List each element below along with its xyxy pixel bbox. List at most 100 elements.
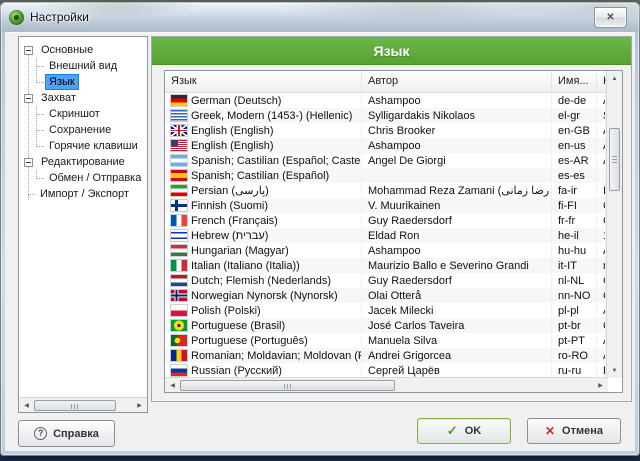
table-hscrollbar-thumb[interactable] xyxy=(180,379,395,391)
tree-scrollbar-thumb[interactable] xyxy=(34,399,116,411)
author-name: Sylligardakis Nikolaos xyxy=(362,108,552,123)
tree-item-label: Скриншот xyxy=(49,108,100,120)
table-row[interactable]: Spanish; Castilian (Español) es-es xyxy=(165,168,606,183)
comment-partial: A xyxy=(597,333,606,348)
language-name: Hebrew (עברית) xyxy=(191,229,269,242)
settings-dialog: Настройки ✕ Основные Внешний вид Язык Захва… xyxy=(0,2,640,456)
tree-item-label: Язык xyxy=(45,74,79,90)
table-row[interactable]: Norwegian Nynorsk (Nynorsk) Olai Otterå nn… xyxy=(165,288,606,303)
desktop-background: Настройки ✕ Основные Внешний вид Язык Захва… xyxy=(0,0,640,461)
table-row[interactable]: Portuguese (Brasil) José Carlos Taveira pt… xyxy=(165,318,606,333)
table-vscrollbar-thumb[interactable] xyxy=(609,128,620,191)
scroll-left-icon[interactable]: ◀ xyxy=(19,398,34,412)
tree-horizontal-scrollbar[interactable]: ◀ ▶ xyxy=(19,397,147,412)
locale-code: pt-PT xyxy=(552,333,597,348)
flag-icon-es xyxy=(171,170,187,181)
tree-item-0[interactable]: Основные xyxy=(19,42,147,58)
ok-button[interactable]: ✓ OK xyxy=(417,418,511,444)
table-row[interactable]: Finnish (Suomi) V. Muurikainenfi-FIC xyxy=(165,198,606,213)
table-row[interactable]: Greek, Modern (1453-) (Hellenic) Sylligar… xyxy=(165,108,606,123)
table-row[interactable]: Persian (پارسی) Mohammad Reza Zamani (محم… xyxy=(165,183,606,198)
locale-code: ro-RO xyxy=(552,348,597,363)
table-row[interactable]: Spanish; Castilian (Español; Castellano)… xyxy=(165,153,606,168)
scroll-left-icon[interactable]: ◀ xyxy=(165,378,180,392)
column-header-name[interactable]: Имя... xyxy=(552,71,597,92)
author-name: Eldad Ron xyxy=(362,228,552,243)
tree-item-1[interactable]: Внешний вид xyxy=(19,58,147,74)
table-row[interactable]: English (English) Chris Brookeren-GBA xyxy=(165,123,606,138)
x-icon: ✕ xyxy=(544,424,556,438)
settings-tree: Основные Внешний вид Язык Захват Скриншот Сох… xyxy=(19,42,147,202)
language-name: Russian (Русский) xyxy=(191,364,282,377)
titlebar[interactable]: Настройки ✕ xyxy=(0,2,640,32)
language-name: Spanish; Castilian (Español) xyxy=(191,169,330,182)
language-name: Portuguese (Português) xyxy=(191,334,308,347)
section-header: Язык xyxy=(152,37,631,65)
scroll-right-icon[interactable]: ▶ xyxy=(593,378,608,392)
author-name: Mohammad Reza Zamani (محمد رضا زمانی) xyxy=(362,183,552,198)
locale-code: it-IT xyxy=(552,258,597,273)
flag-icon-ru xyxy=(171,365,187,376)
scroll-up-icon[interactable]: ▲ xyxy=(607,71,622,86)
collapse-toggle-icon[interactable] xyxy=(24,93,33,103)
locale-code: ru-ru xyxy=(552,363,597,378)
table-row[interactable]: French (Français) Guy Raedersdorffr-frC xyxy=(165,213,606,228)
tree-item-3[interactable]: Захват xyxy=(19,90,147,106)
table-row[interactable]: Portuguese (Português) Manuela Silva pt-PT… xyxy=(165,333,606,348)
table-row[interactable]: English (English) Ashampooen-usA xyxy=(165,138,606,153)
help-button[interactable]: ? Справка xyxy=(18,420,115,447)
table-row[interactable]: German (Deutsch) Ashampoode-deA xyxy=(165,93,606,108)
column-header-language[interactable]: Язык xyxy=(165,71,362,92)
locale-code: fi-FI xyxy=(552,198,597,213)
comment-partial: S xyxy=(597,108,606,123)
locale-code: pl-pl xyxy=(552,303,597,318)
column-header-author[interactable]: Автор xyxy=(362,71,552,92)
section-title: Язык xyxy=(373,42,410,59)
comment-partial: A xyxy=(597,348,606,363)
table-row[interactable]: Romanian; Moldavian; Moldovan (Română)An… xyxy=(165,348,606,363)
author-name: Ashampoo xyxy=(362,243,552,258)
scroll-right-icon[interactable]: ▶ xyxy=(132,398,147,412)
tree-item-6[interactable]: Горячие клавиши xyxy=(19,138,147,154)
scroll-down-icon[interactable]: ▼ xyxy=(607,363,622,378)
collapse-toggle-icon[interactable] xyxy=(24,157,33,167)
table-row[interactable]: Dutch; Flemish (Nederlands) Guy Raedersdo… xyxy=(165,273,606,288)
comment-partial: I xyxy=(597,183,606,198)
language-name: English (English) xyxy=(191,124,274,137)
question-icon: ? xyxy=(34,427,48,440)
table-horizontal-scrollbar[interactable]: ◀ ▶ xyxy=(165,377,608,392)
tree-item-4[interactable]: Скриншот xyxy=(19,106,147,122)
table-row[interactable]: Italian (Italiano (Italia)) Maurizio Ball… xyxy=(165,258,606,273)
language-name: Polish (Polski) xyxy=(191,304,261,317)
locale-code: he-il xyxy=(552,228,597,243)
table-row[interactable]: Polish (Polski) Jacek Mileckipl-plA xyxy=(165,303,606,318)
comment-partial: A xyxy=(597,138,606,153)
author-name: Andrei Grigorcea xyxy=(362,348,552,363)
tree-item-5[interactable]: Сохранение xyxy=(19,122,147,138)
tree-item-8[interactable]: Обмен / Отправка xyxy=(19,170,147,186)
locale-code: nn-NO xyxy=(552,288,597,303)
language-name: Hungarian (Magyar) xyxy=(191,244,289,257)
tree-item-2[interactable]: Язык xyxy=(19,74,147,90)
cancel-button[interactable]: ✕ Отмена xyxy=(527,418,621,444)
close-button[interactable]: ✕ xyxy=(594,7,627,28)
close-icon: ✕ xyxy=(606,11,615,23)
flag-icon-il xyxy=(171,230,187,241)
author-name: José Carlos Taveira xyxy=(362,318,552,333)
comment-partial: Г xyxy=(597,363,606,378)
table-row[interactable]: Hungarian (Magyar) Ashampoohu-huA xyxy=(165,243,606,258)
locale-code: hu-hu xyxy=(552,243,597,258)
tree-item-7[interactable]: Редактирование xyxy=(19,154,147,170)
table-row[interactable]: Hebrew (עברית) Eldad Ronhe-il1 xyxy=(165,228,606,243)
flag-icon-fi xyxy=(171,200,187,211)
language-name: French (Français) xyxy=(191,214,278,227)
collapse-toggle-icon[interactable] xyxy=(24,45,33,55)
table-vertical-scrollbar[interactable]: ▲ ▼ xyxy=(606,71,622,378)
tree-item-label: Обмен / Отправка xyxy=(49,172,142,184)
flag-icon-pt xyxy=(171,335,187,346)
tree-item-9[interactable]: Импорт / Экспорт xyxy=(19,186,147,202)
locale-code: en-us xyxy=(552,138,597,153)
table-row[interactable]: Russian (Русский) Сергей Царёвru-ruГ xyxy=(165,363,606,378)
flag-icon-gr xyxy=(171,110,187,121)
author-name: Сергей Царёв xyxy=(362,363,552,378)
